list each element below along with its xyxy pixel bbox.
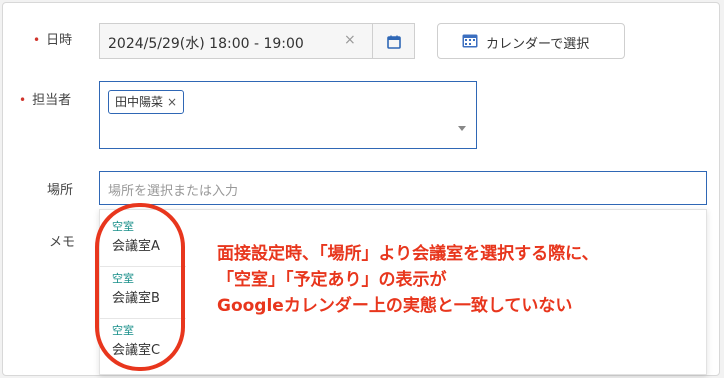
datetime-value: 2024/5/29(水) 18:00 - 19:00: [108, 36, 304, 52]
place-placeholder: 場所を選択または入力: [108, 184, 239, 199]
memo-label: メモ: [49, 235, 76, 250]
assignee-label: • 担当者: [19, 93, 72, 108]
calendar-icon: [387, 35, 401, 49]
place-input[interactable]: 場所を選択または入力: [99, 171, 707, 205]
assignee-tag: 田中陽菜 ×: [108, 90, 185, 114]
annotation-line: Googleカレンダー上の実態と一致していない: [217, 296, 573, 316]
annotation-text: 面接設定時、「場所」より会議室を選択する際に、 「空室」「予定あり」の表示が G…: [217, 241, 717, 319]
clear-datetime-icon[interactable]: ×: [344, 32, 356, 48]
chevron-down-icon[interactable]: [458, 126, 466, 131]
form-card: • 日時 2024/5/29(水) 18:00 - 19:00 × カレンダーで選…: [2, 2, 720, 376]
annotation-line: 面接設定時、「場所」より会議室を選択する際に、: [217, 244, 599, 264]
highlight-oval: [95, 203, 185, 371]
place-label: 場所: [47, 183, 74, 198]
calendar-select-label: カレンダーで選択: [486, 37, 590, 52]
required-mark: •: [33, 33, 41, 47]
required-mark: •: [19, 93, 27, 107]
calendar-app-icon: [462, 34, 478, 48]
calendar-select-button[interactable]: カレンダーで選択: [437, 23, 625, 59]
annotation-line: 「空室」「予定あり」の表示が: [217, 270, 447, 290]
datetime-field[interactable]: 2024/5/29(水) 18:00 - 19:00 ×: [99, 23, 373, 59]
calendar-icon-button[interactable]: [373, 23, 415, 59]
assignee-select[interactable]: 田中陽菜 ×: [99, 81, 477, 149]
datetime-label: • 日時: [33, 33, 73, 48]
remove-tag-icon[interactable]: ×: [167, 95, 177, 109]
